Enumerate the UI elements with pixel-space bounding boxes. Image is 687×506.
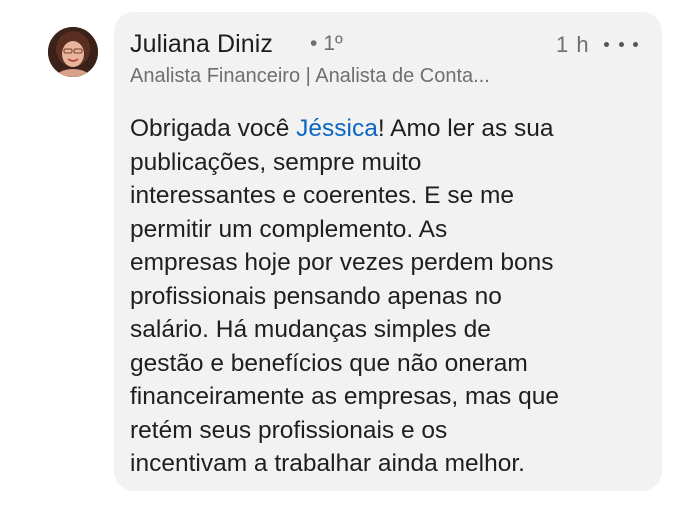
author-headline: Analista Financeiro | Analista de Conta.… [130, 65, 490, 87]
comment-line: incentivam a trabalhar ainda melhor. [130, 450, 525, 477]
comment-line: salário. Há mudanças simples de [130, 316, 491, 343]
comment-line: empresas hoje por vezes perdem bons [130, 249, 554, 276]
more-horizontal-icon [633, 41, 638, 47]
comment-line: financeiramente as empresas, mas que [130, 383, 559, 410]
more-options-button[interactable] [604, 34, 638, 54]
avatar-photo [48, 27, 98, 77]
comment-text: Obrigada você Jéssica! Amo ler as sua pu… [130, 112, 650, 481]
comment-line: interessantes e coerentes. E se me [130, 182, 515, 209]
separator-dot: • [310, 32, 318, 55]
author-name[interactable]: Juliana Diniz [130, 30, 273, 59]
author-avatar[interactable] [48, 27, 98, 77]
comment-text-start: Obrigada você [130, 115, 297, 142]
comment-line: publicações, sempre muito [130, 148, 422, 176]
connection-degree: • 1º [310, 32, 343, 56]
comment-text-rest: ! Amo ler as sua [377, 115, 554, 142]
more-horizontal-icon [618, 41, 624, 47]
comment-line: Obrigada você Jéssica! Amo ler as sua [130, 112, 650, 146]
mention-link[interactable]: Jéssica [296, 115, 378, 142]
comment-timestamp: 1 h [556, 32, 590, 57]
comment-line: permitir um complemento. As [130, 215, 448, 243]
more-horizontal-icon [604, 41, 609, 47]
comment-line: retém seus profissionais e os [130, 416, 448, 444]
comment-line: profissionais pensando apenas no [130, 282, 502, 310]
connection-degree-label: 1º [323, 32, 343, 55]
comment-line: gestão e benefícios que não oneram [130, 349, 528, 377]
